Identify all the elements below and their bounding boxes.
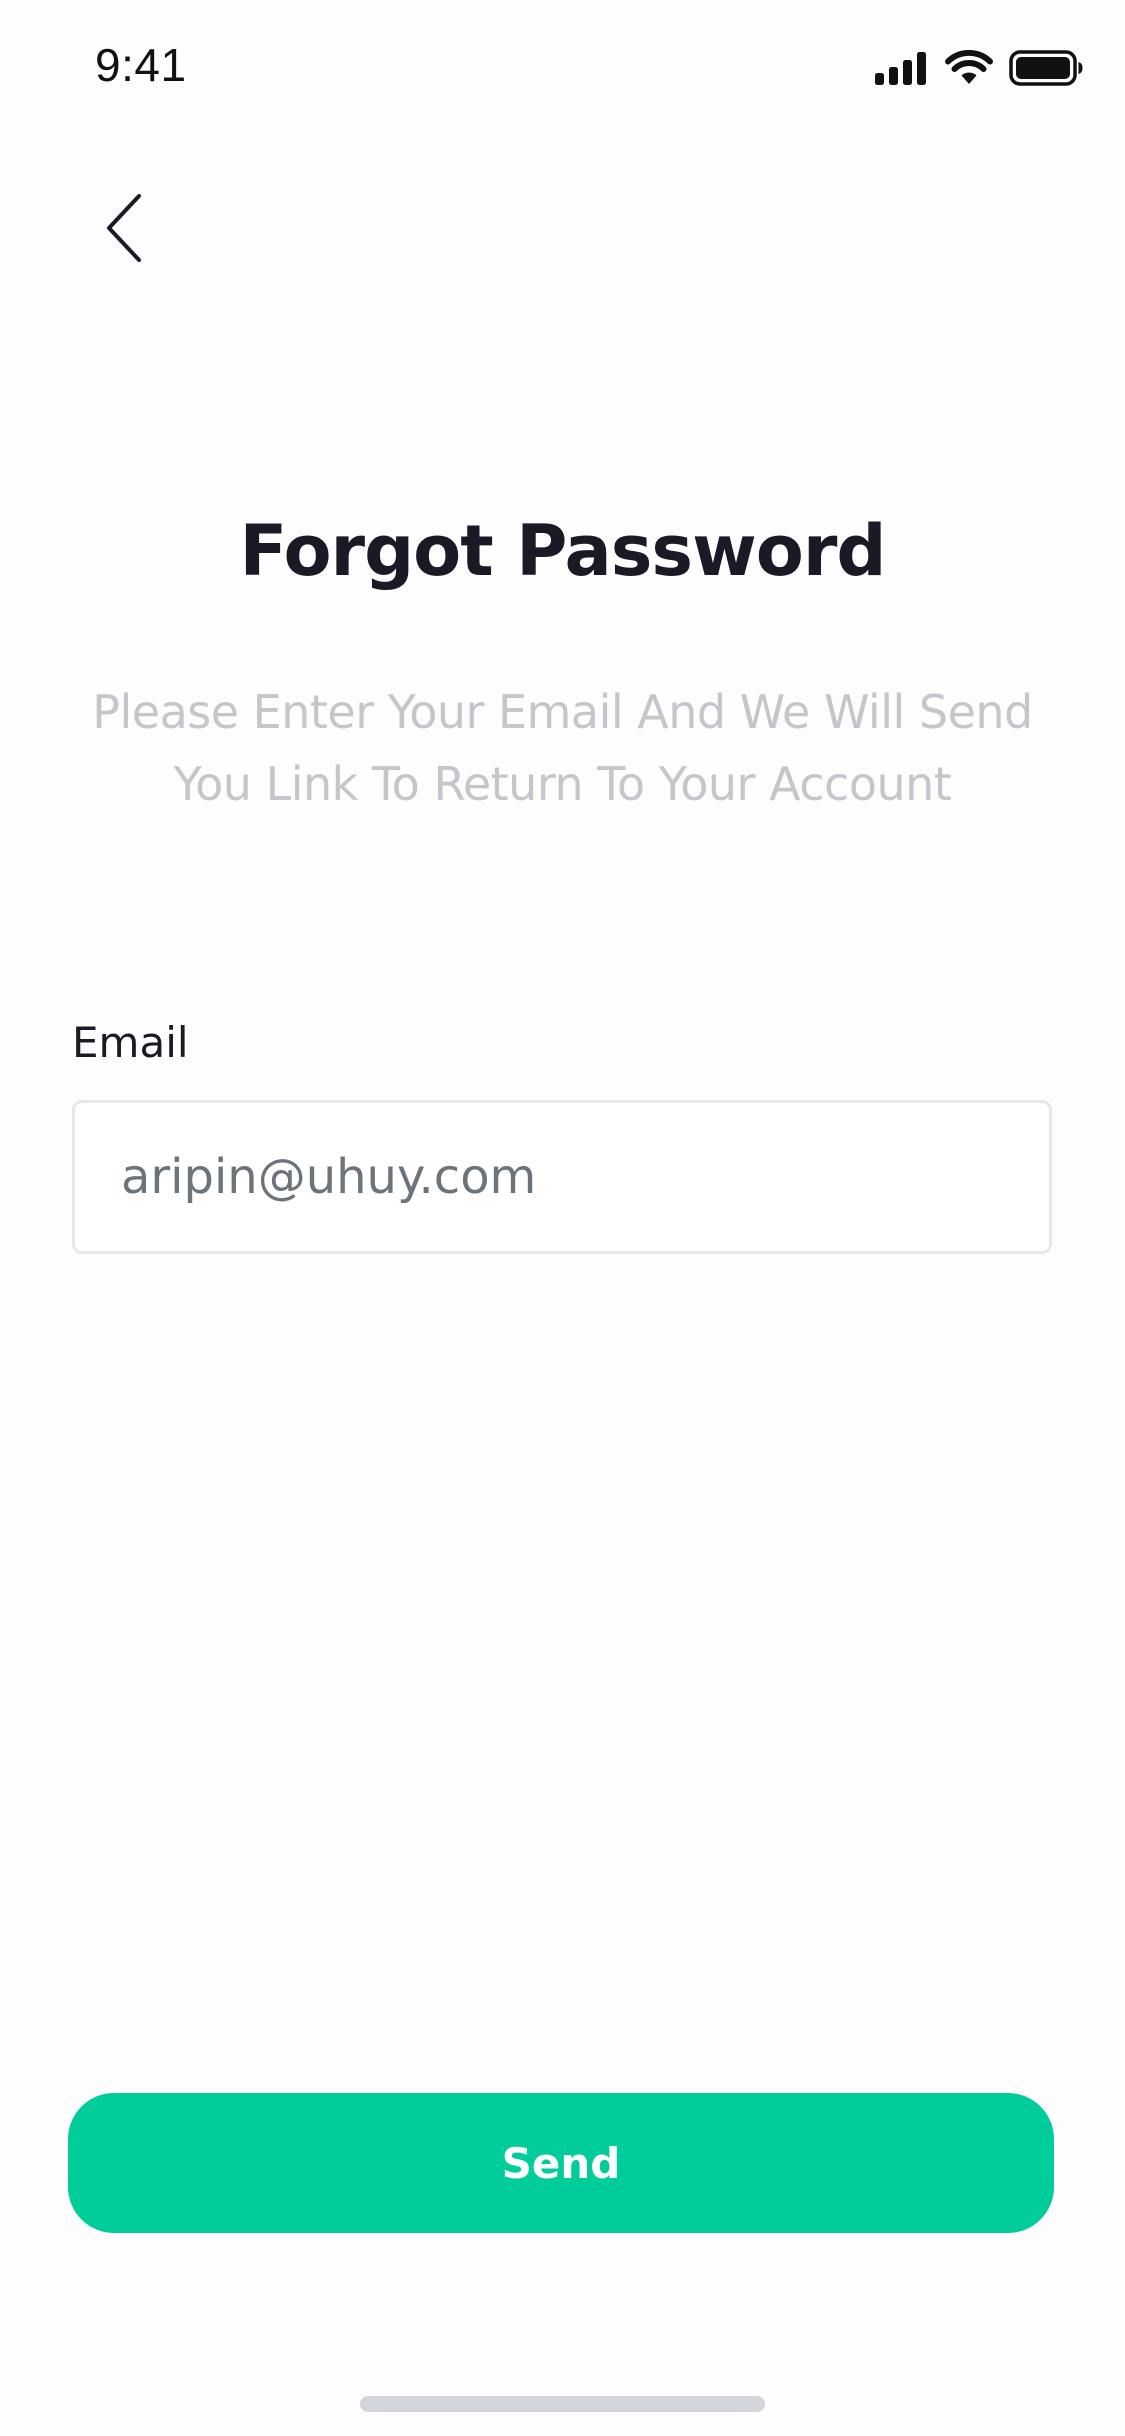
cellular-signal-icon [875, 51, 929, 85]
status-time: 9:41 [95, 39, 187, 91]
forgot-password-screen: 9:41 Forgot Password Please Enter Your E… [0, 0, 1125, 2436]
wifi-icon [945, 50, 993, 86]
status-bar: 9:41 [0, 0, 1125, 140]
back-button[interactable] [85, 185, 165, 275]
home-indicator[interactable] [360, 2396, 765, 2412]
page-subtitle: Please Enter Your Email And We Will Send… [92, 685, 1033, 811]
email-label: Email [72, 1018, 189, 1067]
page-title: Forgot Password [239, 510, 886, 592]
send-button[interactable]: Send [68, 2093, 1054, 2233]
battery-icon [1009, 50, 1083, 86]
chevron-left-icon [105, 192, 145, 269]
email-input[interactable] [121, 1149, 1049, 1205]
email-field[interactable] [72, 1100, 1052, 1254]
status-icons [875, 48, 1083, 88]
